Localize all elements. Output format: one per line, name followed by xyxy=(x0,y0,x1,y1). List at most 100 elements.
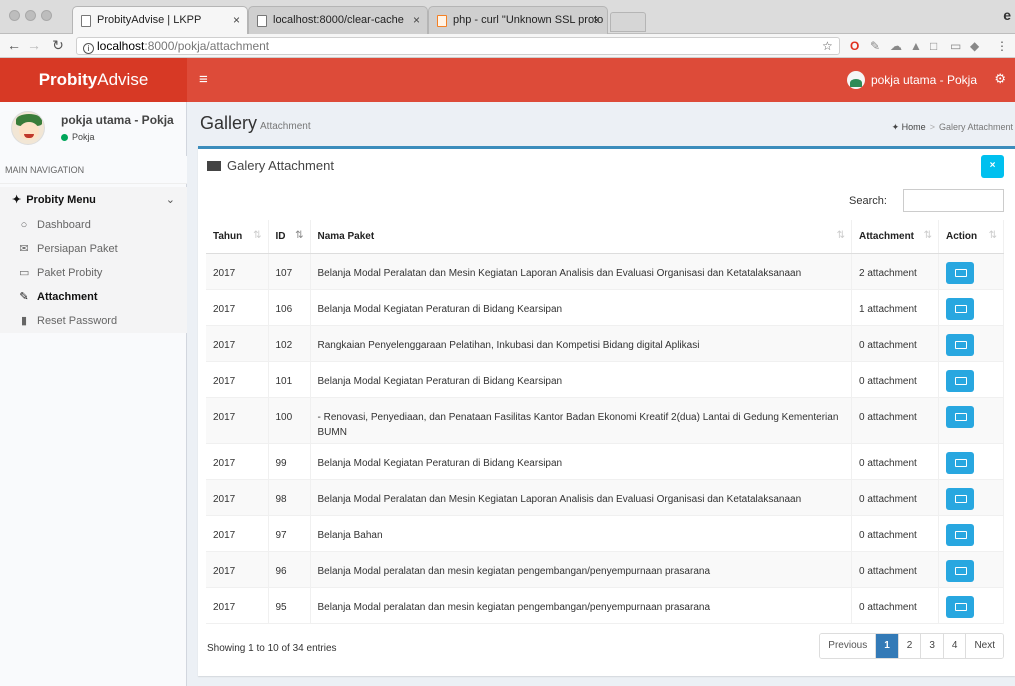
cell-nama: Belanja Modal peralatan dan mesin kegiat… xyxy=(310,587,852,624)
page-icon xyxy=(257,15,267,27)
pagination-next-button[interactable]: Next xyxy=(966,634,1003,658)
view-attachment-button[interactable] xyxy=(946,369,974,392)
close-window-button[interactable] xyxy=(9,10,20,21)
app-logo[interactable]: ProbityAdvise xyxy=(0,58,187,102)
view-attachment-button[interactable] xyxy=(946,523,974,546)
reload-icon[interactable]: ↻ xyxy=(50,37,66,54)
forward-arrow-icon[interactable]: → xyxy=(26,37,42,53)
sort-icon: ⇅ xyxy=(988,230,997,241)
pagination-page-2[interactable]: 2 xyxy=(898,634,922,658)
tab-close-icon[interactable]: × xyxy=(233,7,240,33)
logo-bold: Probity xyxy=(38,70,98,89)
minimize-window-button[interactable] xyxy=(25,10,36,21)
view-attachment-button[interactable] xyxy=(946,487,974,510)
cell-nama: Belanja Modal Peralatan dan Mesin Kegiat… xyxy=(310,253,852,290)
col-header-label: Attachment xyxy=(859,230,915,242)
info-icon[interactable]: i xyxy=(83,43,94,54)
search-input[interactable] xyxy=(903,189,1004,212)
cast-extension-icon[interactable]: ▭ xyxy=(950,39,961,53)
cell-id: 98 xyxy=(268,479,311,516)
sidebar-item-paket-probity[interactable]: ▭ Paket Probity xyxy=(0,261,187,285)
user-menu[interactable]: pokja utama - Pokja xyxy=(846,71,977,89)
view-attachment-button[interactable] xyxy=(946,405,974,428)
view-attachment-button[interactable] xyxy=(946,261,974,284)
pen-extension-icon[interactable]: ✎ xyxy=(870,39,880,53)
cell-action xyxy=(938,551,1004,588)
pagination-page-4[interactable]: 4 xyxy=(943,634,967,658)
view-attachment-button[interactable] xyxy=(946,595,974,618)
inbox-icon: ▭ xyxy=(19,267,30,279)
sidebar-menu-probity[interactable]: ✦ Probity Menu ⌄ xyxy=(0,187,187,213)
view-attachment-button[interactable] xyxy=(946,559,974,582)
col-header-tahun[interactable]: Tahun ⇅ xyxy=(206,220,269,254)
view-attachment-button[interactable] xyxy=(946,333,974,356)
bird-extension-icon[interactable]: ◆ xyxy=(970,39,979,53)
sidebar-toggle-icon[interactable]: ≡ xyxy=(199,71,208,88)
pagination-page-3[interactable]: 3 xyxy=(921,634,944,658)
cell-action xyxy=(938,253,1004,290)
view-attachment-button[interactable] xyxy=(946,297,974,320)
cell-action xyxy=(938,289,1004,326)
col-header-nama-paket[interactable]: Nama Paket ⇅ xyxy=(310,220,852,254)
breadcrumb-home[interactable]: Home xyxy=(902,122,926,132)
profile-icon[interactable]: e xyxy=(1003,7,1011,23)
cell-attachment: 0 attachment xyxy=(851,325,939,362)
tab-close-icon[interactable]: × xyxy=(593,7,600,33)
sidebar-submenu: ○ Dashboard ✉ Persiapan Paket ▭ Paket Probi… xyxy=(0,213,187,333)
cell-tahun: 2017 xyxy=(206,325,269,362)
cell-nama: Belanja Bahan xyxy=(310,515,852,552)
new-tab-button[interactable] xyxy=(610,12,646,32)
table-row: 2017 107 Belanja Modal Peralatan dan Mesin… xyxy=(206,253,1004,290)
nav-header: MAIN NAVIGATION xyxy=(0,156,187,184)
cell-action xyxy=(938,397,1004,444)
col-header-attachment[interactable]: Attachment ⇅ xyxy=(851,220,939,254)
cell-id: 95 xyxy=(268,587,311,624)
cell-attachment: 2 attachment xyxy=(851,253,939,290)
search-label: Search: xyxy=(849,195,887,207)
pagination-previous-button[interactable]: Previous xyxy=(820,634,877,658)
url-path: :8000/pokja/attachment xyxy=(144,39,270,53)
maximize-window-button[interactable] xyxy=(41,10,52,21)
sidebar-item-label: Reset Password xyxy=(37,315,118,327)
col-header-label: Action xyxy=(946,230,978,242)
browser-menu-icon[interactable]: ⋮ xyxy=(996,39,1008,53)
drive-extension-icon[interactable]: ▲ xyxy=(910,39,922,53)
opera-extension-icon[interactable]: O xyxy=(850,39,859,53)
browser-tab-clear-cache[interactable]: localhost:8000/clear-cache × xyxy=(248,6,428,34)
sidebar-item-label: Persiapan Paket xyxy=(37,243,118,255)
col-header-label: ID xyxy=(275,230,286,242)
bookmark-star-icon[interactable]: ☆ xyxy=(822,39,833,53)
col-header-id[interactable]: ID ⇅ xyxy=(268,220,311,254)
cell-attachment: 0 attachment xyxy=(851,551,939,588)
cell-nama: Belanja Modal peralatan dan mesin kegiat… xyxy=(310,551,852,588)
sidebar-item-dashboard[interactable]: ○ Dashboard xyxy=(0,213,187,237)
user-menu-name: pokja utama - Pokja xyxy=(870,73,977,87)
back-arrow-icon[interactable]: ← xyxy=(6,37,22,53)
sidebar-item-persiapan-paket[interactable]: ✉ Persiapan Paket xyxy=(0,237,187,261)
tab-close-icon[interactable]: × xyxy=(413,7,420,33)
browser-tab-stackoverflow[interactable]: php - curl "Unknown SSL proto × xyxy=(428,6,608,34)
pagination-page-1[interactable]: 1 xyxy=(876,634,899,658)
browser-tab-probityadvise[interactable]: ProbityAdvise | LKPP × xyxy=(72,6,248,34)
sidebar-item-attachment[interactable]: ✎ Attachment xyxy=(0,285,187,309)
screen-extension-icon[interactable]: □ xyxy=(930,39,937,53)
sort-desc-icon: ⇅ xyxy=(295,230,304,241)
cloud-extension-icon[interactable]: ☁ xyxy=(890,39,902,53)
box-title-text: Galery Attachment xyxy=(227,158,334,173)
col-header-action[interactable]: Action ⇅ xyxy=(938,220,1004,254)
gears-icon[interactable]: ⚙ xyxy=(994,71,1006,87)
cell-id: 102 xyxy=(268,325,311,362)
view-attachment-button[interactable] xyxy=(946,451,974,474)
cell-id: 97 xyxy=(268,515,311,552)
url-field[interactable]: i localhost:8000/pokja/attachment xyxy=(76,37,840,55)
cell-tahun: 2017 xyxy=(206,397,269,444)
cell-attachment: 0 attachment xyxy=(851,479,939,516)
chevron-down-icon: ⌄ xyxy=(165,194,175,206)
sidebar-item-reset-password[interactable]: ▮ Reset Password xyxy=(0,309,187,333)
cell-action xyxy=(938,443,1004,480)
table-row: 2017 97 Belanja Bahan 0 attachment xyxy=(206,515,1004,552)
sidebar-item-label: Dashboard xyxy=(37,219,91,231)
breadcrumb: ✦ Home > Galery Attachment xyxy=(892,122,1013,133)
sidebar: pokja utama - Pokja Pokja MAIN NAVIGATIO… xyxy=(0,102,187,686)
box-close-button[interactable]: × xyxy=(981,155,1004,178)
